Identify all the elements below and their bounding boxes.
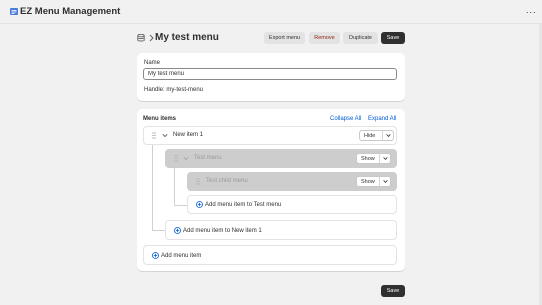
add-child-to-new-item-1[interactable]: Add menu item to New item 1 <box>165 220 397 240</box>
page-title: My test menu <box>155 32 219 43</box>
name-input[interactable] <box>143 68 397 80</box>
visibility-select[interactable]: Show <box>356 153 391 164</box>
add-root-label: Add menu item <box>161 253 202 259</box>
tree-line <box>152 230 165 231</box>
duplicate-button[interactable]: Duplicate <box>343 32 378 44</box>
drag-handle-icon[interactable] <box>174 155 178 162</box>
visibility-label: Show <box>361 156 375 162</box>
divider <box>379 154 380 163</box>
add-child-label: Add menu item to New item 1 <box>183 228 262 234</box>
database-icon[interactable] <box>137 34 145 42</box>
chevron-down-icon[interactable] <box>383 156 388 161</box>
plus-circle-icon <box>196 201 203 208</box>
drag-handle-icon[interactable] <box>152 132 156 139</box>
name-label: Name <box>144 60 161 66</box>
expand-all-link[interactable]: Expand All <box>368 115 396 123</box>
save-button[interactable]: Save <box>381 32 405 44</box>
export-menu-button[interactable]: Export menu <box>264 32 305 44</box>
chevron-down-icon[interactable] <box>386 133 391 138</box>
breadcrumb-chevron-icon <box>149 34 154 42</box>
menu-item-label: Test child menu <box>206 178 248 184</box>
remove-button[interactable]: Remove <box>309 32 340 44</box>
page-header: My test menu Export menu Remove Duplicat… <box>137 31 405 45</box>
footer-save-button[interactable]: Save <box>381 285 405 297</box>
app-top-bar: EZ Menu Management ··· <box>0 0 542 24</box>
chevron-down-icon[interactable] <box>183 156 189 161</box>
drag-handle-icon[interactable] <box>196 178 200 185</box>
chevron-down-icon[interactable] <box>383 179 388 184</box>
visibility-label: Hide <box>364 133 376 139</box>
handle-text: Handle: my-test-menu <box>144 87 204 93</box>
visibility-select[interactable]: Hide <box>359 130 394 141</box>
chevron-down-icon[interactable] <box>162 133 168 138</box>
add-root-menu-item[interactable]: Add menu item <box>143 245 397 265</box>
menu-items-title: Menu items <box>143 116 177 122</box>
divider <box>382 131 383 140</box>
menu-item-row[interactable]: Test menu Show <box>165 149 397 168</box>
menu-items-card: Menu items Collapse All Expand All New i… <box>137 109 405 271</box>
menu-item-row[interactable]: Test child menu Show <box>187 172 397 191</box>
tree-line <box>152 144 153 231</box>
menu-item-label: New item 1 <box>173 132 204 138</box>
tree-line <box>174 167 175 205</box>
visibility-select[interactable]: Show <box>356 176 391 187</box>
plus-circle-icon <box>152 252 159 259</box>
visibility-label: Show <box>361 179 375 185</box>
divider <box>379 177 380 186</box>
menu-item-label: Test menu <box>194 155 222 161</box>
tree-line <box>174 205 187 206</box>
add-child-to-test-menu[interactable]: Add menu item to Test menu <box>187 195 397 214</box>
name-card: Name Handle: my-test-menu <box>137 53 405 101</box>
more-actions-button[interactable]: ··· <box>524 6 538 18</box>
collapse-all-link[interactable]: Collapse All <box>330 115 361 123</box>
app-title: EZ Menu Management <box>20 6 121 17</box>
plus-circle-icon <box>174 227 181 234</box>
app-logo-icon <box>10 8 18 15</box>
add-child-label: Add menu item to Test menu <box>205 202 282 208</box>
menu-item-row[interactable]: New item 1 Hide <box>143 126 397 145</box>
